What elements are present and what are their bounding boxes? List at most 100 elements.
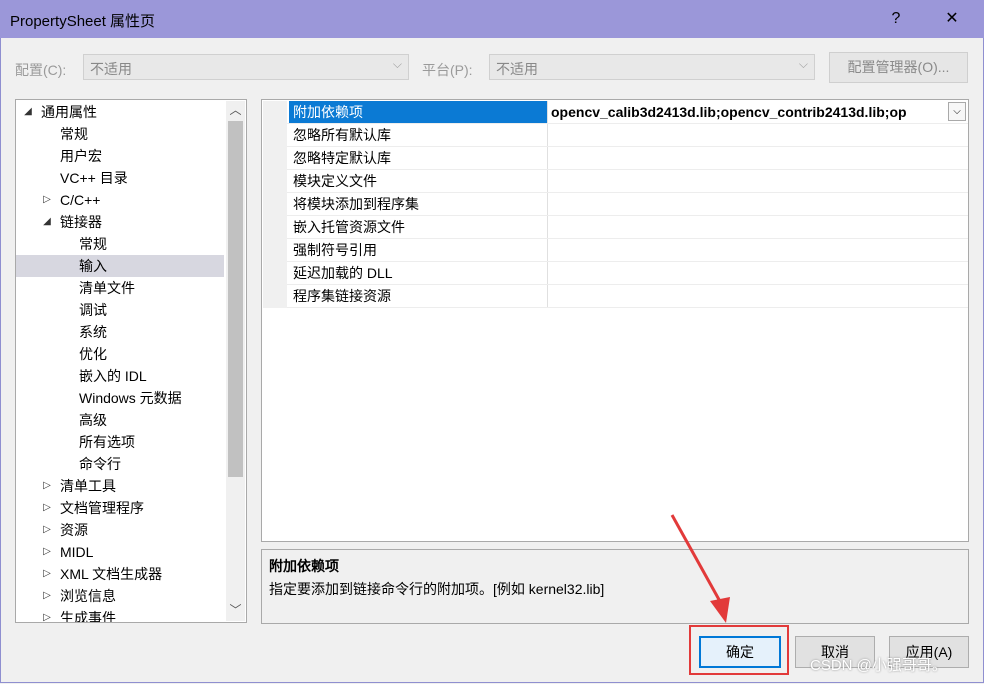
platform-combo[interactable]: 不适用 ⌵ <box>489 54 815 80</box>
chevron-down-icon[interactable]: ⌵ <box>948 102 966 121</box>
property-row[interactable]: 嵌入托管资源文件 <box>263 216 968 239</box>
collapsed-icon[interactable]: ▷ <box>41 189 53 211</box>
collapsed-icon[interactable]: ▷ <box>41 519 53 541</box>
tree-item-label: 常规 <box>79 236 107 252</box>
column-separator <box>547 239 548 261</box>
tree-item[interactable]: 系统 <box>16 321 224 343</box>
property-value[interactable]: opencv_calib3d2413d.lib;opencv_contrib24… <box>551 101 949 123</box>
tree-item-label: 链接器 <box>60 214 102 230</box>
config-value: 不适用 <box>90 61 132 77</box>
tree-item[interactable]: VC++ 目录 <box>16 167 224 189</box>
platform-label: 平台(P): <box>422 62 473 78</box>
close-button[interactable]: ✕ <box>940 8 964 30</box>
property-row[interactable]: 忽略所有默认库 <box>263 124 968 147</box>
tree-item-label: 输入 <box>79 258 107 274</box>
property-grid: 附加依赖项 opencv_calib3d2413d.lib;opencv_cont… <box>261 99 969 542</box>
collapsed-icon[interactable]: ▷ <box>41 607 53 622</box>
tree-item[interactable]: 输入 <box>16 255 224 277</box>
property-name[interactable]: 嵌入托管资源文件 <box>289 216 547 238</box>
config-combo[interactable]: 不适用 ⌵ <box>83 54 409 80</box>
property-row[interactable]: 模块定义文件 <box>263 170 968 193</box>
chevron-down-icon: ⌵ <box>392 57 402 71</box>
collapsed-icon[interactable]: ▷ <box>41 475 53 497</box>
collapsed-icon[interactable]: ▷ <box>41 497 53 519</box>
highlight-box <box>689 625 789 675</box>
scroll-down-icon[interactable]: ﹀ <box>226 601 245 619</box>
property-name[interactable]: 忽略所有默认库 <box>289 124 547 146</box>
config-manager-button[interactable]: 配置管理器(O)... <box>829 52 968 83</box>
chevron-down-icon: ⌵ <box>798 57 808 71</box>
property-name[interactable]: 延迟加载的 DLL <box>289 262 547 284</box>
expanded-icon[interactable]: ◢ <box>41 211 53 233</box>
annotation-arrow-icon <box>670 514 730 623</box>
tree-item-label: Windows 元数据 <box>79 390 182 406</box>
tree-item[interactable]: 命令行 <box>16 453 224 475</box>
scrollbar-thumb[interactable] <box>228 121 243 477</box>
property-value[interactable] <box>551 216 949 238</box>
tree-item[interactable]: 调试 <box>16 299 224 321</box>
property-value[interactable] <box>551 285 949 307</box>
tree-item[interactable]: 常规 <box>16 233 224 255</box>
property-name[interactable]: 忽略特定默认库 <box>289 147 547 169</box>
tree-item[interactable]: ▷ 生成事件 <box>16 607 224 622</box>
tree-item[interactable]: ▷ XML 文档生成器 <box>16 563 224 585</box>
collapsed-icon[interactable]: ▷ <box>41 563 53 585</box>
property-name[interactable]: 程序集链接资源 <box>289 285 547 307</box>
tree-scrollbar[interactable]: ︿ ﹀ <box>226 101 245 621</box>
column-separator <box>547 216 548 238</box>
property-row[interactable]: 附加依赖项 opencv_calib3d2413d.lib;opencv_cont… <box>263 101 968 124</box>
row-gutter <box>263 285 287 308</box>
tree-item-label: MIDL <box>60 544 94 560</box>
tree-item[interactable]: ◢ 链接器 <box>16 211 224 233</box>
help-button[interactable]: ? <box>884 8 908 30</box>
property-name[interactable]: 模块定义文件 <box>289 170 547 192</box>
column-separator <box>547 170 548 192</box>
tree-item[interactable]: ◢ 通用属性 <box>16 101 224 123</box>
tree-item[interactable]: Windows 元数据 <box>16 387 224 409</box>
property-value[interactable] <box>551 193 949 215</box>
property-row[interactable]: 将模块添加到程序集 <box>263 193 968 216</box>
tree-item-label: 嵌入的 IDL <box>79 368 147 384</box>
property-row[interactable]: 延迟加载的 DLL <box>263 262 968 285</box>
property-row[interactable]: 忽略特定默认库 <box>263 147 968 170</box>
property-value[interactable] <box>551 147 949 169</box>
tree-item[interactable]: 常规 <box>16 123 224 145</box>
tree-item[interactable]: ▷ 清单工具 <box>16 475 224 497</box>
property-name[interactable]: 将模块添加到程序集 <box>289 193 547 215</box>
property-value[interactable] <box>551 124 949 146</box>
tree-item[interactable]: 嵌入的 IDL <box>16 365 224 387</box>
column-separator <box>547 147 548 169</box>
tree-item-label: C/C++ <box>60 192 101 208</box>
tree-item[interactable]: 清单文件 <box>16 277 224 299</box>
column-separator <box>547 262 548 284</box>
collapsed-icon[interactable]: ▷ <box>41 585 53 607</box>
tree-item[interactable]: ▷ C/C++ <box>16 189 224 211</box>
tree-item-label: 常规 <box>60 126 88 142</box>
tree-item[interactable]: ▷ MIDL <box>16 541 224 563</box>
expanded-icon[interactable]: ◢ <box>22 101 34 123</box>
tree-item[interactable]: ▷ 文档管理程序 <box>16 497 224 519</box>
tree-item[interactable]: 所有选项 <box>16 431 224 453</box>
tree-item[interactable]: 优化 <box>16 343 224 365</box>
property-value[interactable] <box>551 239 949 261</box>
collapsed-icon[interactable]: ▷ <box>41 541 53 563</box>
tree-item[interactable]: ▷ 浏览信息 <box>16 585 224 607</box>
row-gutter <box>263 124 287 147</box>
description-text: 指定要添加到链接命令行的附加项。[例如 kernel32.lib] <box>269 581 605 597</box>
property-row[interactable]: 程序集链接资源 <box>263 285 968 308</box>
property-value[interactable] <box>551 262 949 284</box>
scroll-up-icon[interactable]: ︿ <box>226 101 245 119</box>
property-name[interactable]: 强制符号引用 <box>289 239 547 261</box>
description-panel: 附加依赖项 指定要添加到链接命令行的附加项。[例如 kernel32.lib] <box>261 549 969 624</box>
column-separator <box>547 101 548 123</box>
tree-item[interactable]: 用户宏 <box>16 145 224 167</box>
property-row[interactable]: 强制符号引用 <box>263 239 968 262</box>
property-value[interactable] <box>551 170 949 192</box>
tree-item[interactable]: 高级 <box>16 409 224 431</box>
tree-item-label: XML 文档生成器 <box>60 566 163 582</box>
tree-item[interactable]: ▷ 资源 <box>16 519 224 541</box>
row-gutter <box>263 193 287 216</box>
tree-item-label: 优化 <box>79 346 107 362</box>
property-name[interactable]: 附加依赖项 <box>289 101 547 123</box>
row-gutter <box>263 216 287 239</box>
